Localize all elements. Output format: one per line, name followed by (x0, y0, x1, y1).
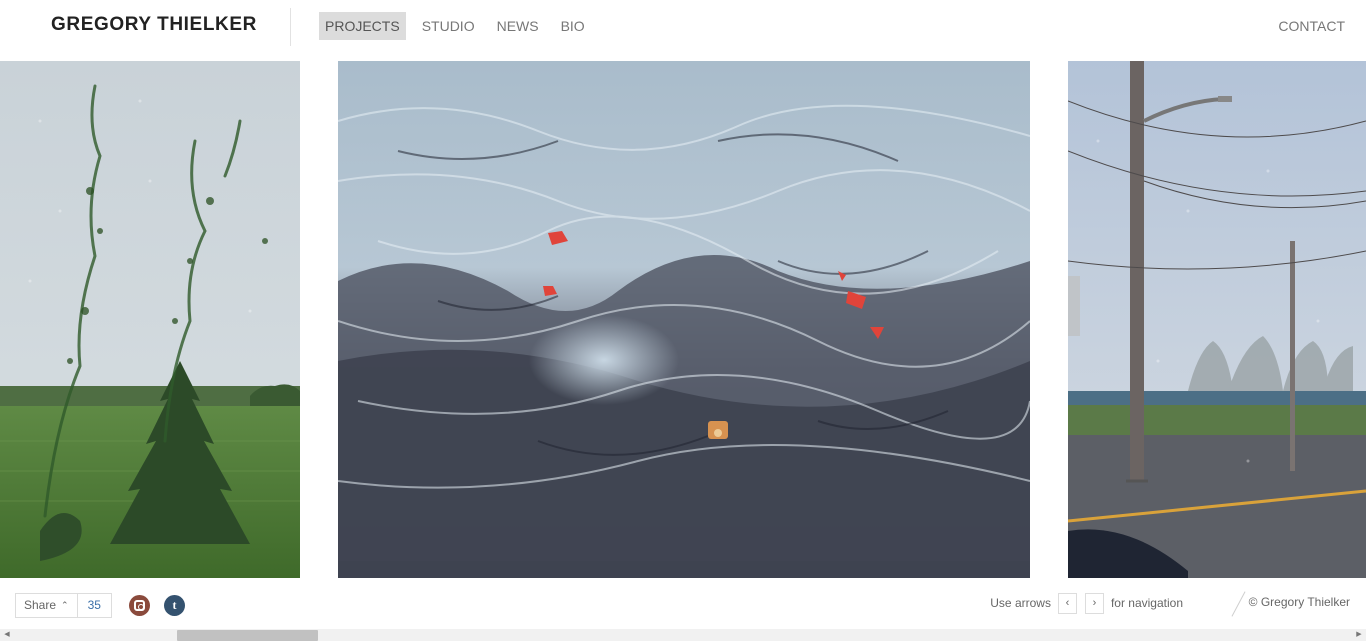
share-label: Share (24, 598, 57, 612)
header-divider (290, 8, 291, 46)
site-title[interactable]: GREGORY THIELKER (51, 14, 257, 36)
next-arrow-button[interactable]: › (1084, 592, 1104, 614)
nav-item-bio[interactable]: BIO (555, 12, 591, 40)
image-gallery (0, 61, 1366, 578)
share-button[interactable]: Share ⌃ (16, 594, 78, 617)
nav-item-news[interactable]: NEWS (491, 12, 545, 40)
share-count: 35 (87, 598, 101, 612)
prev-arrow-button[interactable]: ‹ (1057, 592, 1077, 614)
site-header: GREGORY THIELKER PROJECTS STUDIO NEWS BI… (0, 0, 1366, 61)
nav-hint-prefix: Use arrows (990, 596, 1051, 610)
nav-item-projects[interactable]: PROJECTS (319, 12, 406, 40)
scrollbar-thumb[interactable] (177, 630, 318, 641)
nav-hint-suffix: for navigation (1110, 596, 1183, 610)
tumblr-icon[interactable]: t (164, 595, 185, 616)
site-footer: Share ⌃ 35 t Use arrows ‹ › for navigati… (0, 585, 1366, 627)
main-nav: PROJECTS STUDIO NEWS BIO (319, 12, 601, 40)
gallery-slide-current[interactable] (338, 61, 1030, 578)
share-widget: Share ⌃ 35 (15, 593, 112, 618)
chevron-up-icon: ⌃ (61, 600, 69, 610)
navigation-hint: Use arrows ‹ › for navigation (987, 591, 1186, 615)
painting-rain-window-marsh (0, 61, 300, 578)
footer-divider (1231, 591, 1246, 617)
instagram-glyph (134, 600, 145, 611)
scroll-right-icon[interactable]: ▶ (1355, 631, 1363, 639)
painting-rain-windshield-traffic (338, 61, 1030, 578)
tumblr-glyph: t (172, 598, 177, 612)
nav-item-contact[interactable]: CONTACT (1278, 12, 1345, 40)
scroll-left-icon[interactable]: ◀ (3, 631, 11, 639)
instagram-icon[interactable] (129, 595, 150, 616)
copyright: © Gregory Thielker (1248, 595, 1350, 609)
gallery-slide-previous[interactable] (0, 61, 300, 578)
painting-rain-window-utility-pole (1068, 61, 1366, 578)
horizontal-scrollbar[interactable]: ◀ ▶ (0, 629, 1366, 641)
gallery-slide-next[interactable] (1068, 61, 1366, 578)
nav-item-studio[interactable]: STUDIO (416, 12, 481, 40)
